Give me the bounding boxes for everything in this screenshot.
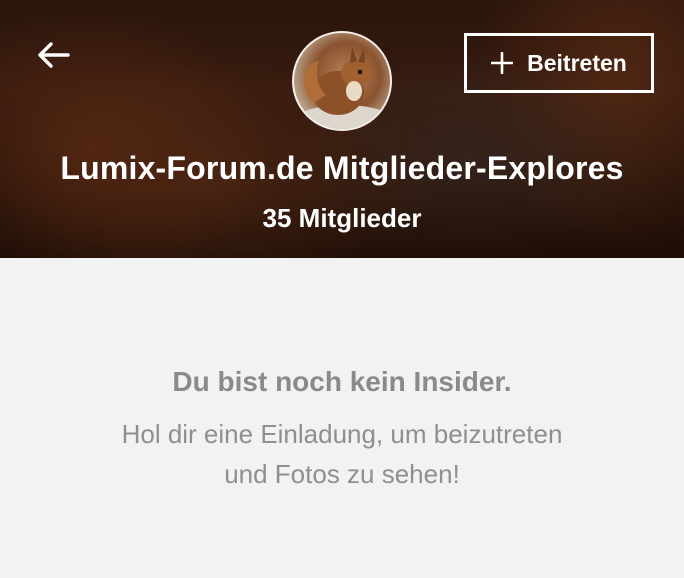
- notice-message: Hol dir eine Einladung, um beizutreten u…: [121, 419, 563, 489]
- group-header: Beitreten Lumix-Forum.de Mitglieder-Expl…: [0, 0, 684, 258]
- arrow-left-icon: [38, 42, 70, 68]
- plus-icon: [491, 52, 514, 74]
- back-button[interactable]: [30, 36, 76, 74]
- group-title: Lumix-Forum.de Mitglieder-Explores: [60, 150, 624, 186]
- access-notice: Du bist noch kein Insider. Hol dir eine …: [0, 258, 684, 578]
- member-count[interactable]: 35 Mitglieder: [0, 203, 684, 234]
- squirrel-image: [294, 47, 390, 129]
- join-button-label: Beitreten: [527, 49, 627, 76]
- notice-heading: Du bist noch kein Insider.: [172, 366, 512, 397]
- group-avatar: [292, 31, 392, 131]
- join-button[interactable]: Beitreten: [464, 33, 654, 93]
